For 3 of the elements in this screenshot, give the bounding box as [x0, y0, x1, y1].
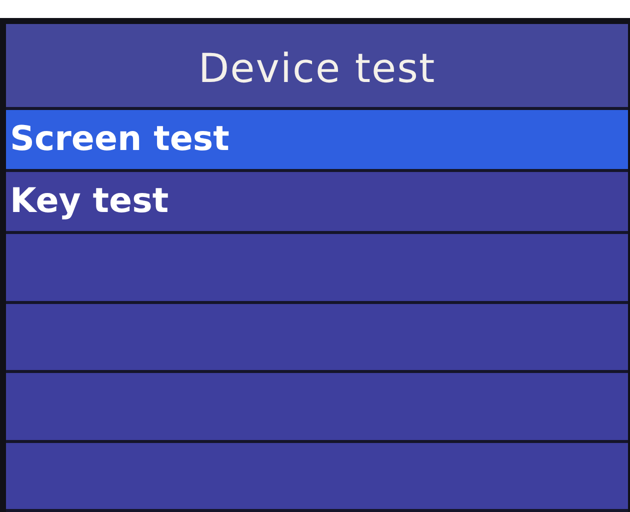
- menu-item[interactable]: Key test: [6, 172, 628, 234]
- menu-item[interactable]: Screen test: [6, 110, 628, 172]
- screen-title: Device test: [198, 45, 436, 94]
